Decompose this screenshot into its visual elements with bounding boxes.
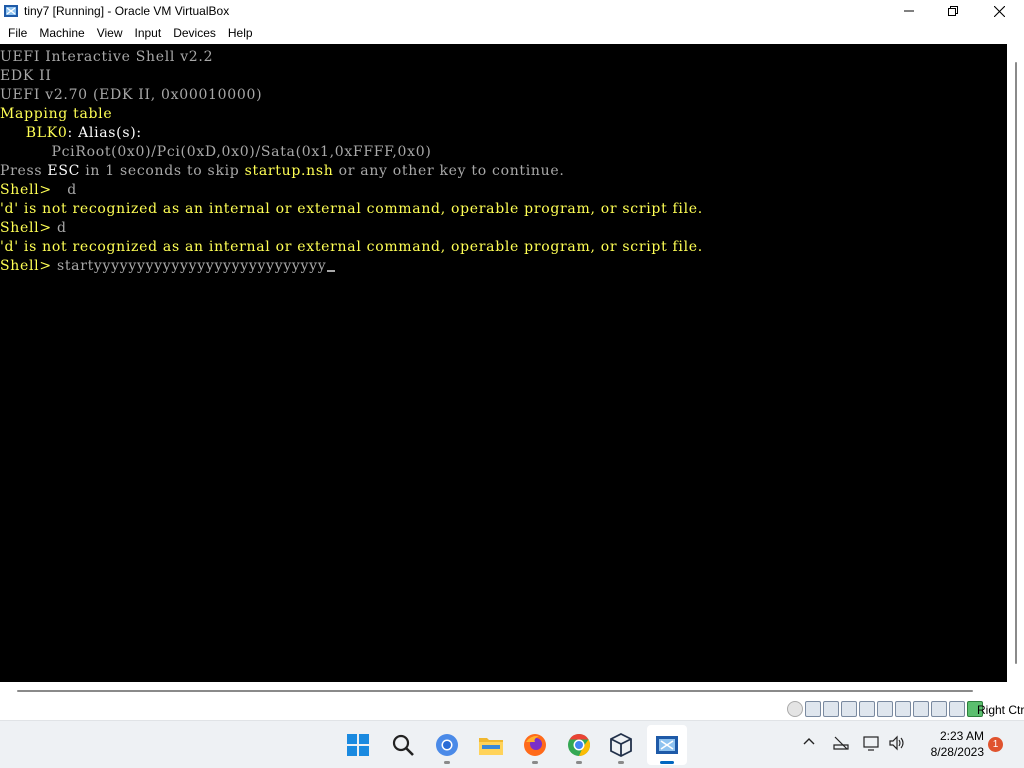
menu-machine[interactable]: Machine xyxy=(33,22,90,44)
search-button[interactable] xyxy=(383,725,423,765)
console-text: ESC xyxy=(47,163,81,179)
clock-date: 8/28/2023 xyxy=(930,745,984,759)
console-text: 'd' is not recognized as an internal or … xyxy=(0,239,703,255)
windows-taskbar: 2:23 AM 8/28/2023 xyxy=(0,720,1024,768)
console-line: 'd' is not recognized as an internal or … xyxy=(0,200,703,219)
console-text: d xyxy=(56,220,67,236)
close-icon xyxy=(993,5,1005,17)
console-text: d xyxy=(56,182,77,198)
vm-console-screen[interactable]: UEFI Interactive Shell v2.2 EDK II UEFI v2… xyxy=(0,44,1007,682)
console-text: EDK II xyxy=(0,68,52,84)
audio-icon[interactable] xyxy=(823,701,839,717)
maximize-button[interactable] xyxy=(930,0,976,22)
console-line: Shell> startyyyyyyyyyyyyyyyyyyyyyyyyyyy xyxy=(0,257,336,276)
start-button[interactable] xyxy=(338,725,378,765)
console-text: Press xyxy=(0,163,48,179)
console-text: UEFI v2.70 (EDK II, 0x00010000) xyxy=(0,87,263,103)
window-title: tiny7 [Running] - Oracle VM VirtualBox xyxy=(24,4,230,18)
console-text: UEFI Interactive Shell v2.2 xyxy=(0,49,214,65)
optical-drive-icon[interactable] xyxy=(787,701,803,717)
console-text: or any other key to continue. xyxy=(333,163,565,179)
file-explorer-icon xyxy=(479,738,503,755)
console-text: Mapping table xyxy=(0,106,113,122)
console-line: PciRoot(0x0)/Pci(0xD,0x0)/Sata(0x1,0xFFF… xyxy=(0,143,432,162)
menu-devices[interactable]: Devices xyxy=(167,22,222,44)
usb-icon[interactable] xyxy=(859,701,875,717)
console-text: : Alias(s): xyxy=(67,125,142,141)
console-line: EDK II xyxy=(0,67,52,86)
minimize-icon xyxy=(904,10,914,12)
chevron-up-icon[interactable] xyxy=(803,736,815,748)
harddisk-icon[interactable] xyxy=(805,701,821,717)
status-icons xyxy=(787,701,983,717)
horizontal-scroll-thumb[interactable] xyxy=(17,690,973,692)
console-text: startup.nsh xyxy=(244,163,334,179)
minimize-button[interactable] xyxy=(886,0,932,22)
menu-bar: File Machine View Input Devices Help xyxy=(0,22,1024,44)
host-key-label[interactable]: Right Ctrl xyxy=(977,703,1024,717)
console-line: BLK0: Alias(s): xyxy=(0,124,142,143)
display-icon[interactable] xyxy=(895,701,911,717)
running-indicator xyxy=(532,761,538,764)
text-cursor xyxy=(327,270,336,272)
close-button[interactable] xyxy=(976,0,1022,22)
file-explorer-taskbar-button[interactable] xyxy=(471,725,511,765)
vm-window-icon xyxy=(656,736,678,754)
menu-view[interactable]: View xyxy=(91,22,129,44)
console-line: Press ESC in 1 seconds to skip startup.n… xyxy=(0,162,565,181)
console-text: Shell> xyxy=(0,182,57,198)
windows-start-icon xyxy=(347,734,369,756)
clock-time: 2:23 AM xyxy=(939,729,984,743)
chrome-icon xyxy=(568,734,590,756)
console-text: PciRoot(0x0)/Pci(0xD,0x0)/Sata(0x1,0xFFF… xyxy=(0,144,432,160)
console-line: UEFI v2.70 (EDK II, 0x00010000) xyxy=(0,86,262,105)
console-line: 'd' is not recognized as an internal or … xyxy=(0,238,703,257)
horizontal-scrollbar[interactable] xyxy=(0,682,1007,699)
console-line: Mapping table xyxy=(0,105,112,124)
virtualbox-icon xyxy=(610,733,632,757)
vm-window-taskbar-button[interactable] xyxy=(647,725,687,765)
chromium-icon xyxy=(436,734,458,756)
console-text: in 1 seconds to skip xyxy=(80,163,245,179)
console-text: Shell> xyxy=(0,258,57,274)
network-monitor-icon[interactable] xyxy=(863,735,881,751)
shared-folder-icon[interactable] xyxy=(877,701,893,717)
menu-input[interactable]: Input xyxy=(129,22,168,44)
active-indicator xyxy=(660,761,674,764)
chromium-taskbar-button[interactable] xyxy=(427,725,467,765)
console-line: Shell> d xyxy=(0,219,67,238)
mouse-integration-icon[interactable] xyxy=(931,701,947,717)
console-text: Shell> xyxy=(0,220,57,236)
firefox-icon xyxy=(524,734,546,756)
vertical-scroll-thumb[interactable] xyxy=(1015,62,1017,664)
virtualbox-taskbar-button[interactable] xyxy=(601,725,641,765)
running-indicator xyxy=(576,761,582,764)
chrome-taskbar-button[interactable] xyxy=(559,725,599,765)
vertical-scrollbar[interactable] xyxy=(1007,44,1024,682)
vm-status-bar: Right Ctrl xyxy=(0,699,1024,720)
notification-badge[interactable]: 1 xyxy=(988,737,1003,752)
console-text: 'd' is not recognized as an internal or … xyxy=(0,201,703,217)
restore-icon xyxy=(948,6,958,16)
title-bar[interactable]: tiny7 [Running] - Oracle VM VirtualBox xyxy=(0,0,1024,22)
network-disconnected-icon[interactable] xyxy=(832,735,850,751)
cpu-icon[interactable] xyxy=(949,701,965,717)
volume-icon[interactable] xyxy=(888,735,906,751)
network-icon[interactable] xyxy=(841,701,857,717)
menu-file[interactable]: File xyxy=(2,22,33,44)
running-indicator xyxy=(618,761,624,764)
virtualbox-window: tiny7 [Running] - Oracle VM VirtualBox F… xyxy=(0,0,1024,720)
firefox-taskbar-button[interactable] xyxy=(515,725,555,765)
system-clock[interactable]: 2:23 AM 8/28/2023 xyxy=(914,728,984,760)
console-line: Shell> d xyxy=(0,181,77,200)
virtualbox-app-icon xyxy=(4,5,18,17)
recording-icon[interactable] xyxy=(913,701,929,717)
running-indicator xyxy=(444,761,450,764)
menu-help[interactable]: Help xyxy=(222,22,259,44)
search-icon xyxy=(392,734,414,756)
console-line: UEFI Interactive Shell v2.2 xyxy=(0,48,213,67)
console-text: startyyyyyyyyyyyyyyyyyyyyyyyyyyy xyxy=(56,258,327,274)
console-text: BLK0 xyxy=(0,125,68,141)
